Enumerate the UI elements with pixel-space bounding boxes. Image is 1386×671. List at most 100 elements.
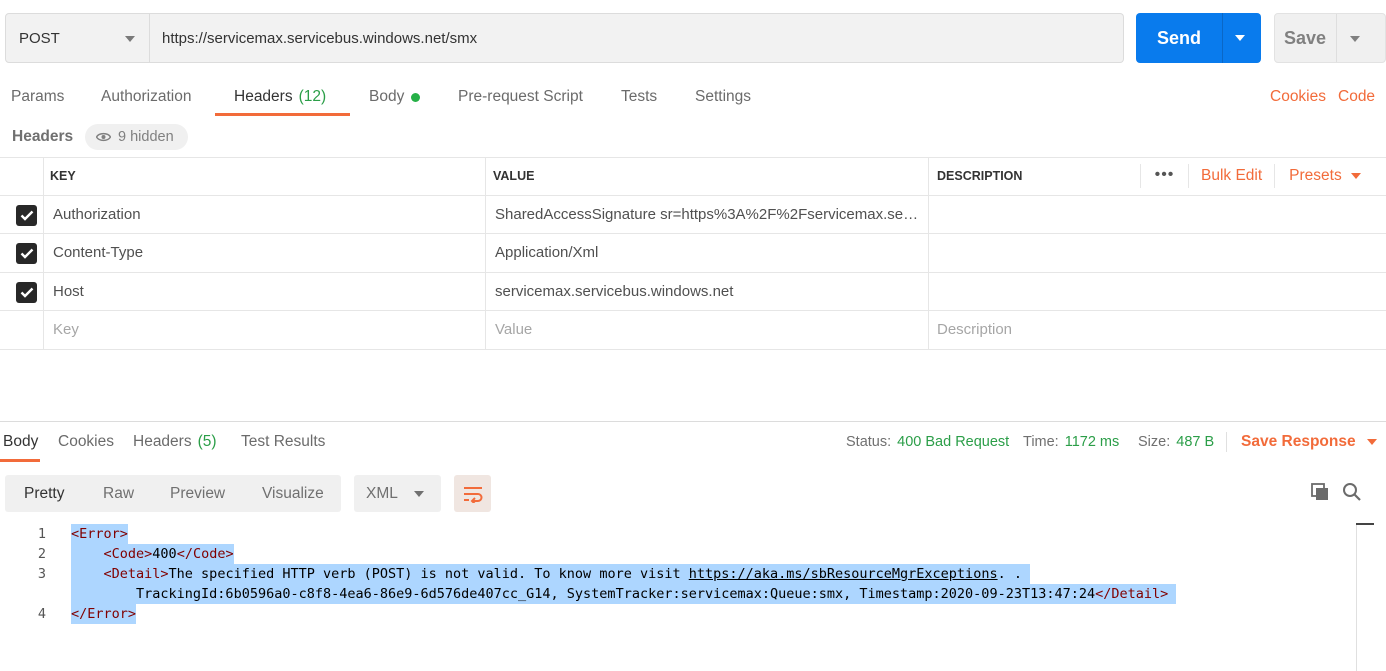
table-row-new: Key Value Description — [0, 311, 1386, 350]
status-label: Status: — [846, 434, 892, 450]
copy-button[interactable] — [1308, 480, 1332, 504]
response-divider[interactable] — [0, 421, 1386, 422]
row-checkbox[interactable] — [16, 281, 37, 303]
request-tabs: Params Authorization Headers (12) Body P… — [0, 78, 1386, 118]
tab-prerequest-label: Pre-request Script — [458, 88, 583, 105]
xml-tag: </Detail> — [1095, 586, 1169, 602]
tab-body[interactable]: Body — [369, 78, 421, 116]
header-value-cell[interactable]: Application/Xml — [485, 234, 928, 272]
tab-tests-label: Tests — [621, 88, 658, 105]
send-label: Send — [1156, 27, 1201, 48]
table-row: Authorization SharedAccessSignature sr=h… — [0, 195, 1386, 234]
response-tab-headers-label: Headers — [133, 433, 192, 450]
headers-table: KEY VALUE DESCRIPTION ••• Bulk Edit Pres… — [0, 157, 1386, 350]
code-text: </Error> — [71, 604, 137, 624]
checkmark-icon — [20, 287, 33, 298]
table-row: Content-Type Application/Xml — [0, 234, 1386, 273]
chevron-down-icon — [125, 36, 135, 42]
code-text: <Detail>The specified HTTP verb (POST) i… — [71, 564, 1031, 584]
code-line: TrackingId:6b0596a0-c8f8-4ea6-86e9-6d576… — [0, 584, 1360, 604]
xml-tag: </Code> — [176, 546, 234, 562]
code-link[interactable]: https://aka.ms/sbResourceMgrExceptions — [689, 566, 998, 582]
active-tab-indicator — [215, 113, 350, 116]
tab-params-label: Params — [11, 88, 65, 105]
size-info: Size: 487 B — [1138, 424, 1214, 460]
tab-prerequest-script[interactable]: Pre-request Script — [458, 78, 583, 116]
xml-text: The specified HTTP verb (POST) is not va… — [168, 566, 689, 582]
view-visualize-button[interactable]: Visualize — [262, 475, 324, 512]
tab-params[interactable]: Params — [11, 78, 64, 116]
new-value-input[interactable]: Value — [485, 311, 928, 349]
method-select[interactable]: POST — [5, 13, 150, 63]
tab-authorization-label: Authorization — [101, 88, 192, 105]
code-link[interactable]: Code — [1338, 78, 1375, 116]
header-description-cell[interactable] — [928, 195, 1386, 233]
save-options-chevron-icon[interactable] — [1350, 36, 1360, 42]
tab-tests[interactable]: Tests — [621, 78, 657, 116]
bulk-edit-button[interactable]: Bulk Edit — [1188, 164, 1276, 189]
header-description-cell[interactable] — [928, 272, 1386, 310]
status-value[interactable]: 400 Bad Request — [897, 434, 1009, 450]
view-raw-button[interactable]: Raw — [103, 475, 134, 512]
header-value-cell[interactable]: SharedAccessSignature sr=https%3A%2F%2Fs… — [485, 195, 928, 233]
new-description-input[interactable]: Description — [928, 311, 1386, 349]
header-key-cell[interactable]: Authorization — [43, 195, 485, 233]
save-button[interactable]: Save — [1274, 13, 1386, 63]
code-text: <Code>400</Code> — [71, 544, 234, 564]
save-response-dropdown[interactable]: Save Response — [1241, 424, 1377, 460]
wrap-lines-button[interactable] — [454, 475, 491, 512]
code-line: 1 <Error> — [0, 524, 1360, 544]
xml-text: TrackingId:6b0596a0-c8f8-4ea6-86e9-6d576… — [136, 586, 1096, 602]
chevron-down-icon — [1350, 173, 1361, 180]
xml-text: 400 — [152, 546, 177, 562]
cookies-link-label: Cookies — [1270, 88, 1326, 105]
code-line: 3 <Detail>The specified HTTP verb (POST)… — [0, 564, 1360, 584]
row-checkbox[interactable] — [16, 204, 37, 226]
header-value-cell[interactable]: servicemax.servicebus.windows.net — [485, 272, 928, 310]
time-info: Time: 1172 ms — [1023, 424, 1119, 460]
scrollbar[interactable] — [1356, 524, 1357, 671]
table-row: Host servicemax.servicebus.windows.net — [0, 272, 1386, 311]
more-options-icon[interactable]: ••• — [1140, 164, 1188, 189]
response-tab-body[interactable]: Body — [3, 424, 38, 460]
hidden-headers-toggle[interactable]: 9 hidden — [85, 124, 188, 150]
xml-tag: <Error> — [71, 526, 128, 542]
response-tab-headers[interactable]: Headers (5) — [133, 424, 217, 460]
response-tab-headers-count: (5) — [197, 433, 217, 450]
size-value[interactable]: 487 B — [1176, 434, 1214, 450]
scrollbar-thumb[interactable] — [1356, 523, 1374, 525]
send-button[interactable]: Send — [1136, 13, 1261, 63]
tab-headers[interactable]: Headers (12) — [234, 78, 326, 116]
response-tab-test-results[interactable]: Test Results — [241, 424, 325, 460]
view-pretty-button[interactable]: Pretty — [24, 475, 64, 512]
row-checkbox[interactable] — [16, 243, 37, 264]
header-description-cell[interactable] — [928, 234, 1386, 272]
line-number: 1 — [37, 526, 46, 542]
response-tab-cookies[interactable]: Cookies — [58, 424, 114, 460]
new-key-input[interactable]: Key — [43, 311, 485, 349]
code-link-label: Code — [1338, 88, 1376, 105]
response-body-viewer[interactable]: 1 <Error> 2 <Code>400</Code> 3 <Detail>T… — [0, 524, 1360, 671]
tab-settings[interactable]: Settings — [695, 78, 751, 116]
status-info: Status: 400 Bad Request — [846, 424, 1009, 460]
cookies-link[interactable]: Cookies — [1270, 78, 1326, 116]
status-separator — [1226, 432, 1227, 452]
code-line: 2 <Code>400</Code> — [0, 544, 1360, 564]
wrap-lines-icon — [463, 486, 482, 503]
view-preview-button[interactable]: Preview — [170, 475, 225, 512]
header-key-cell[interactable]: Host — [43, 272, 485, 310]
tab-authorization[interactable]: Authorization — [101, 78, 191, 116]
xml-text: . . — [997, 566, 1022, 582]
header-value-text: SharedAccessSignature sr=https%3A%2F%2Fs… — [495, 205, 923, 223]
search-button[interactable] — [1340, 480, 1364, 504]
header-key-cell[interactable]: Content-Type — [43, 234, 485, 272]
checkmark-icon — [20, 210, 33, 221]
copy-icon — [1311, 483, 1328, 500]
time-value[interactable]: 1172 ms — [1065, 434, 1120, 450]
presets-dropdown[interactable]: Presets — [1275, 164, 1361, 188]
format-select[interactable]: XML — [354, 475, 441, 512]
method-value: POST — [19, 29, 60, 47]
url-input[interactable]: https://servicemax.servicebus.windows.ne… — [150, 13, 1124, 63]
tab-body-label: Body — [369, 88, 405, 105]
send-options-chevron-icon[interactable] — [1235, 35, 1245, 41]
